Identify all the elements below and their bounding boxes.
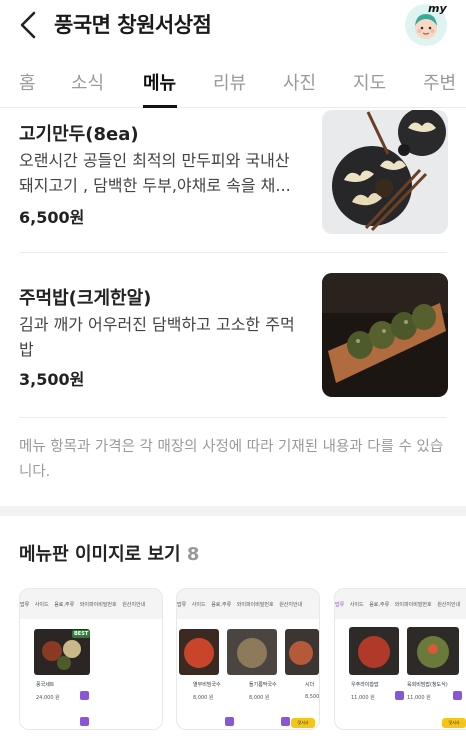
menu-board-item-price: 24,000 원 — [36, 695, 60, 701]
page-title: 풍국면 창원서상점 — [54, 13, 212, 37]
gallery-count: 8 — [186, 544, 200, 565]
tab-menu[interactable]: 메뉴 — [143, 69, 176, 95]
cart-icon — [281, 717, 290, 726]
menu-board-item-label: 열무비빔국수 — [193, 682, 221, 688]
cart-icon — [80, 717, 89, 726]
menu-board-nav-item: 음료,주류 — [211, 602, 232, 608]
menu-item-name: 고기만두(8ea) — [19, 124, 139, 145]
menu-board-nav-item: 음료,주류 — [54, 602, 75, 608]
menu-board-image[interactable]: 밥류 사이드 음료,주류 와이파이비밀번호 원산지안내 BEST 풍국세트 24… — [19, 588, 163, 730]
menu-board-nav-item: 밥류 — [177, 602, 187, 608]
menu-board-nav: 밥류 사이드 음료,주류 와이파이비밀번호 원산지안내 — [20, 601, 162, 615]
avatar-tag: my — [428, 2, 447, 15]
tab-home[interactable]: 홈 — [19, 69, 36, 95]
menu-board-item-label: 육회비빔밥(청도식) — [407, 682, 448, 688]
menu-board-item-price: 11,000 원 — [407, 695, 431, 701]
tab-news[interactable]: 소식 — [71, 69, 104, 95]
tab-reviews[interactable]: 리뷰 — [213, 69, 246, 95]
menu-item[interactable]: 고기만두(8ea) 오랜시간 공들인 최적의 만두피와 국내산 돼지고기 , 담… — [0, 108, 466, 248]
tab-bar: 홈 소식 메뉴 리뷰 사진 지도 주변 — [0, 58, 466, 108]
menu-board-nav-item: 원산지안내 — [122, 602, 146, 608]
menu-board-nav-item: 사이드 — [191, 602, 206, 608]
menu-board-body: 우주라이찹밥 11,000 원 육회비빔밥(청도식) 11,000 원 맛서사 — [335, 619, 466, 729]
rice-bowl-thumbnails — [349, 627, 459, 675]
menu-board-item-price: 8,000 원 — [193, 695, 214, 701]
menu-item[interactable]: 주먹밥(크게한알) 김과 깨가 어우러진 담백하고 고소한 주먹밥 3,500원 — [0, 270, 466, 410]
sticker-label: 맛서사 — [291, 718, 315, 728]
menu-board-item-price: 8,500 — [305, 694, 320, 700]
menu-board-nav-item: 원산지안내 — [437, 602, 461, 608]
menu-board-nav: 밥류 사이드 음료,주류 와이파이비밀번호 원산지안내 — [335, 601, 466, 615]
menu-board-nav-item: 와이파이비밀번호 — [394, 602, 432, 608]
divider — [19, 417, 447, 418]
menu-board-item-price: 8,000 원 — [249, 695, 270, 701]
noodle-thumbnails — [179, 629, 319, 675]
menu-board-nav-item: 와이파이비밀번호 — [236, 602, 274, 608]
menu-board-nav-item: 원산지안내 — [279, 602, 303, 608]
menu-board-body: BEST 풍국세트 24,000 원 — [20, 619, 162, 729]
menu-board-nav: 밥류 사이드 음료,주류 와이파이비밀번호 원산지안내 — [177, 601, 319, 615]
menu-board-item-label: 시더 — [305, 682, 315, 688]
menu-item-description: 김과 깨가 어우러진 담백하고 고소한 주먹밥 — [19, 315, 295, 359]
cart-icon — [395, 691, 404, 700]
section-separator — [0, 506, 466, 516]
cart-icon — [225, 717, 234, 726]
cart-icon — [453, 691, 462, 700]
menu-board-item-label: 들기름막국수 — [249, 682, 277, 688]
menu-item-description: 오랜시간 공들인 최적의 만두피와 국내산 돼지고기 , 담백한 두부,야채로 … — [19, 151, 291, 195]
menu-board-nav-item: 음료,주류 — [369, 602, 390, 608]
tab-nearby[interactable]: 주변 — [423, 69, 456, 95]
menu-board-nav-item: 밥류 — [20, 602, 30, 608]
back-button[interactable] — [14, 8, 44, 42]
tab-photos[interactable]: 사진 — [283, 69, 316, 95]
divider — [19, 252, 447, 253]
menu-board-item-label: 우주라이찹밥 — [351, 682, 379, 688]
menu-board-image[interactable]: 밥류 사이드 음료,주류 와이파이비밀번호 원산지안내 우주라이찹밥 11,00… — [334, 588, 466, 730]
gallery-title-text: 메뉴판 이미지로 보기 — [19, 544, 181, 565]
menu-item-price: 6,500원 — [19, 208, 85, 227]
sticker-label: 맛서사 — [442, 718, 466, 728]
menu-notice: 메뉴 항목과 가격은 각 매장의 사정에 따라 기재된 내용과 다를 수 있습니… — [19, 439, 444, 480]
menu-board-nav-item: 사이드 — [349, 602, 364, 608]
best-badge: BEST — [72, 630, 91, 638]
menu-board-nav-item: 밥류 — [335, 602, 345, 608]
menu-board-body: 열무비빔국수 8,000 원 들기름막국수 8,000 원 시더 8,500 맛… — [177, 619, 320, 729]
rice-ball-photo[interactable] — [322, 273, 448, 397]
menu-board-nav-item: 와이파이비밀번호 — [79, 602, 117, 608]
menu-board-item-label: 풍국세트 — [36, 682, 55, 688]
menu-board-image[interactable]: 밥류 사이드 음료,주류 와이파이비밀번호 원산지안내 열무비빔국수 8,000… — [176, 588, 320, 730]
tab-map[interactable]: 지도 — [353, 69, 386, 95]
menu-board-nav-item: 사이드 — [34, 602, 49, 608]
cart-icon — [80, 691, 89, 700]
chevron-left-icon — [20, 11, 36, 39]
menu-item-price: 3,500원 — [19, 370, 85, 389]
menu-board-section-title[interactable]: 메뉴판 이미지로 보기 8 — [19, 540, 199, 566]
menu-item-name: 주먹밥(크게한알) — [19, 288, 152, 309]
menu-board-item-price: 11,000 원 — [351, 695, 375, 701]
dumpling-photo[interactable] — [322, 110, 448, 234]
top-bar: 풍국면 창원서상점 my — [0, 0, 466, 50]
